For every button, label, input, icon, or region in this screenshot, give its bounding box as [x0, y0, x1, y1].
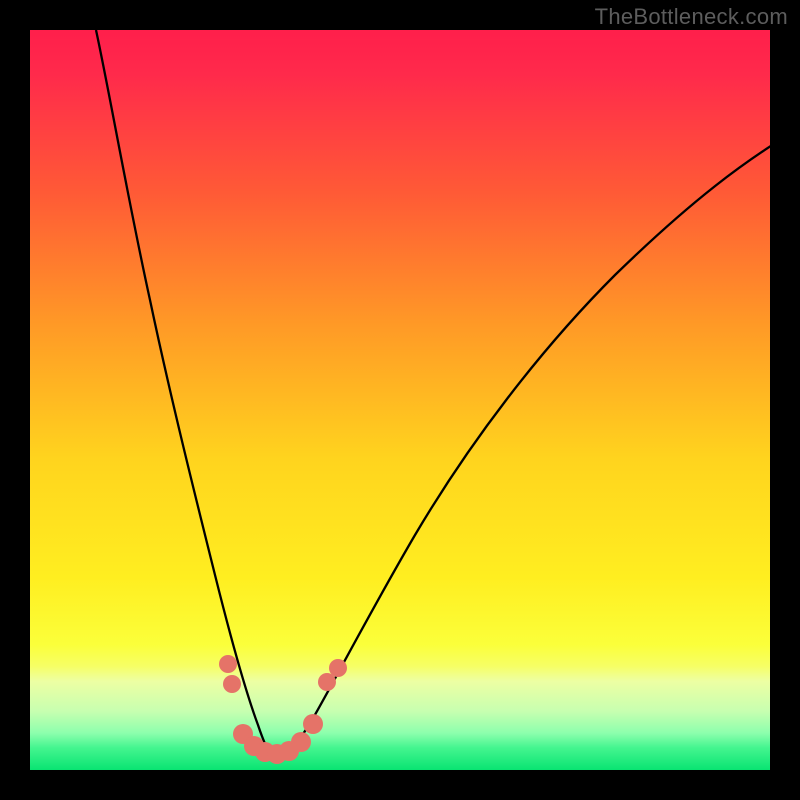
watermark-text: TheBottleneck.com — [595, 4, 788, 30]
marker-dot — [219, 655, 237, 673]
marker-dot — [223, 675, 241, 693]
marker-dot — [303, 714, 323, 734]
marker-dot — [329, 659, 347, 677]
chart-frame: TheBottleneck.com — [0, 0, 800, 800]
chart-svg — [0, 0, 800, 800]
marker-dot — [291, 732, 311, 752]
marker-dot — [318, 673, 336, 691]
gradient-background — [30, 30, 770, 770]
